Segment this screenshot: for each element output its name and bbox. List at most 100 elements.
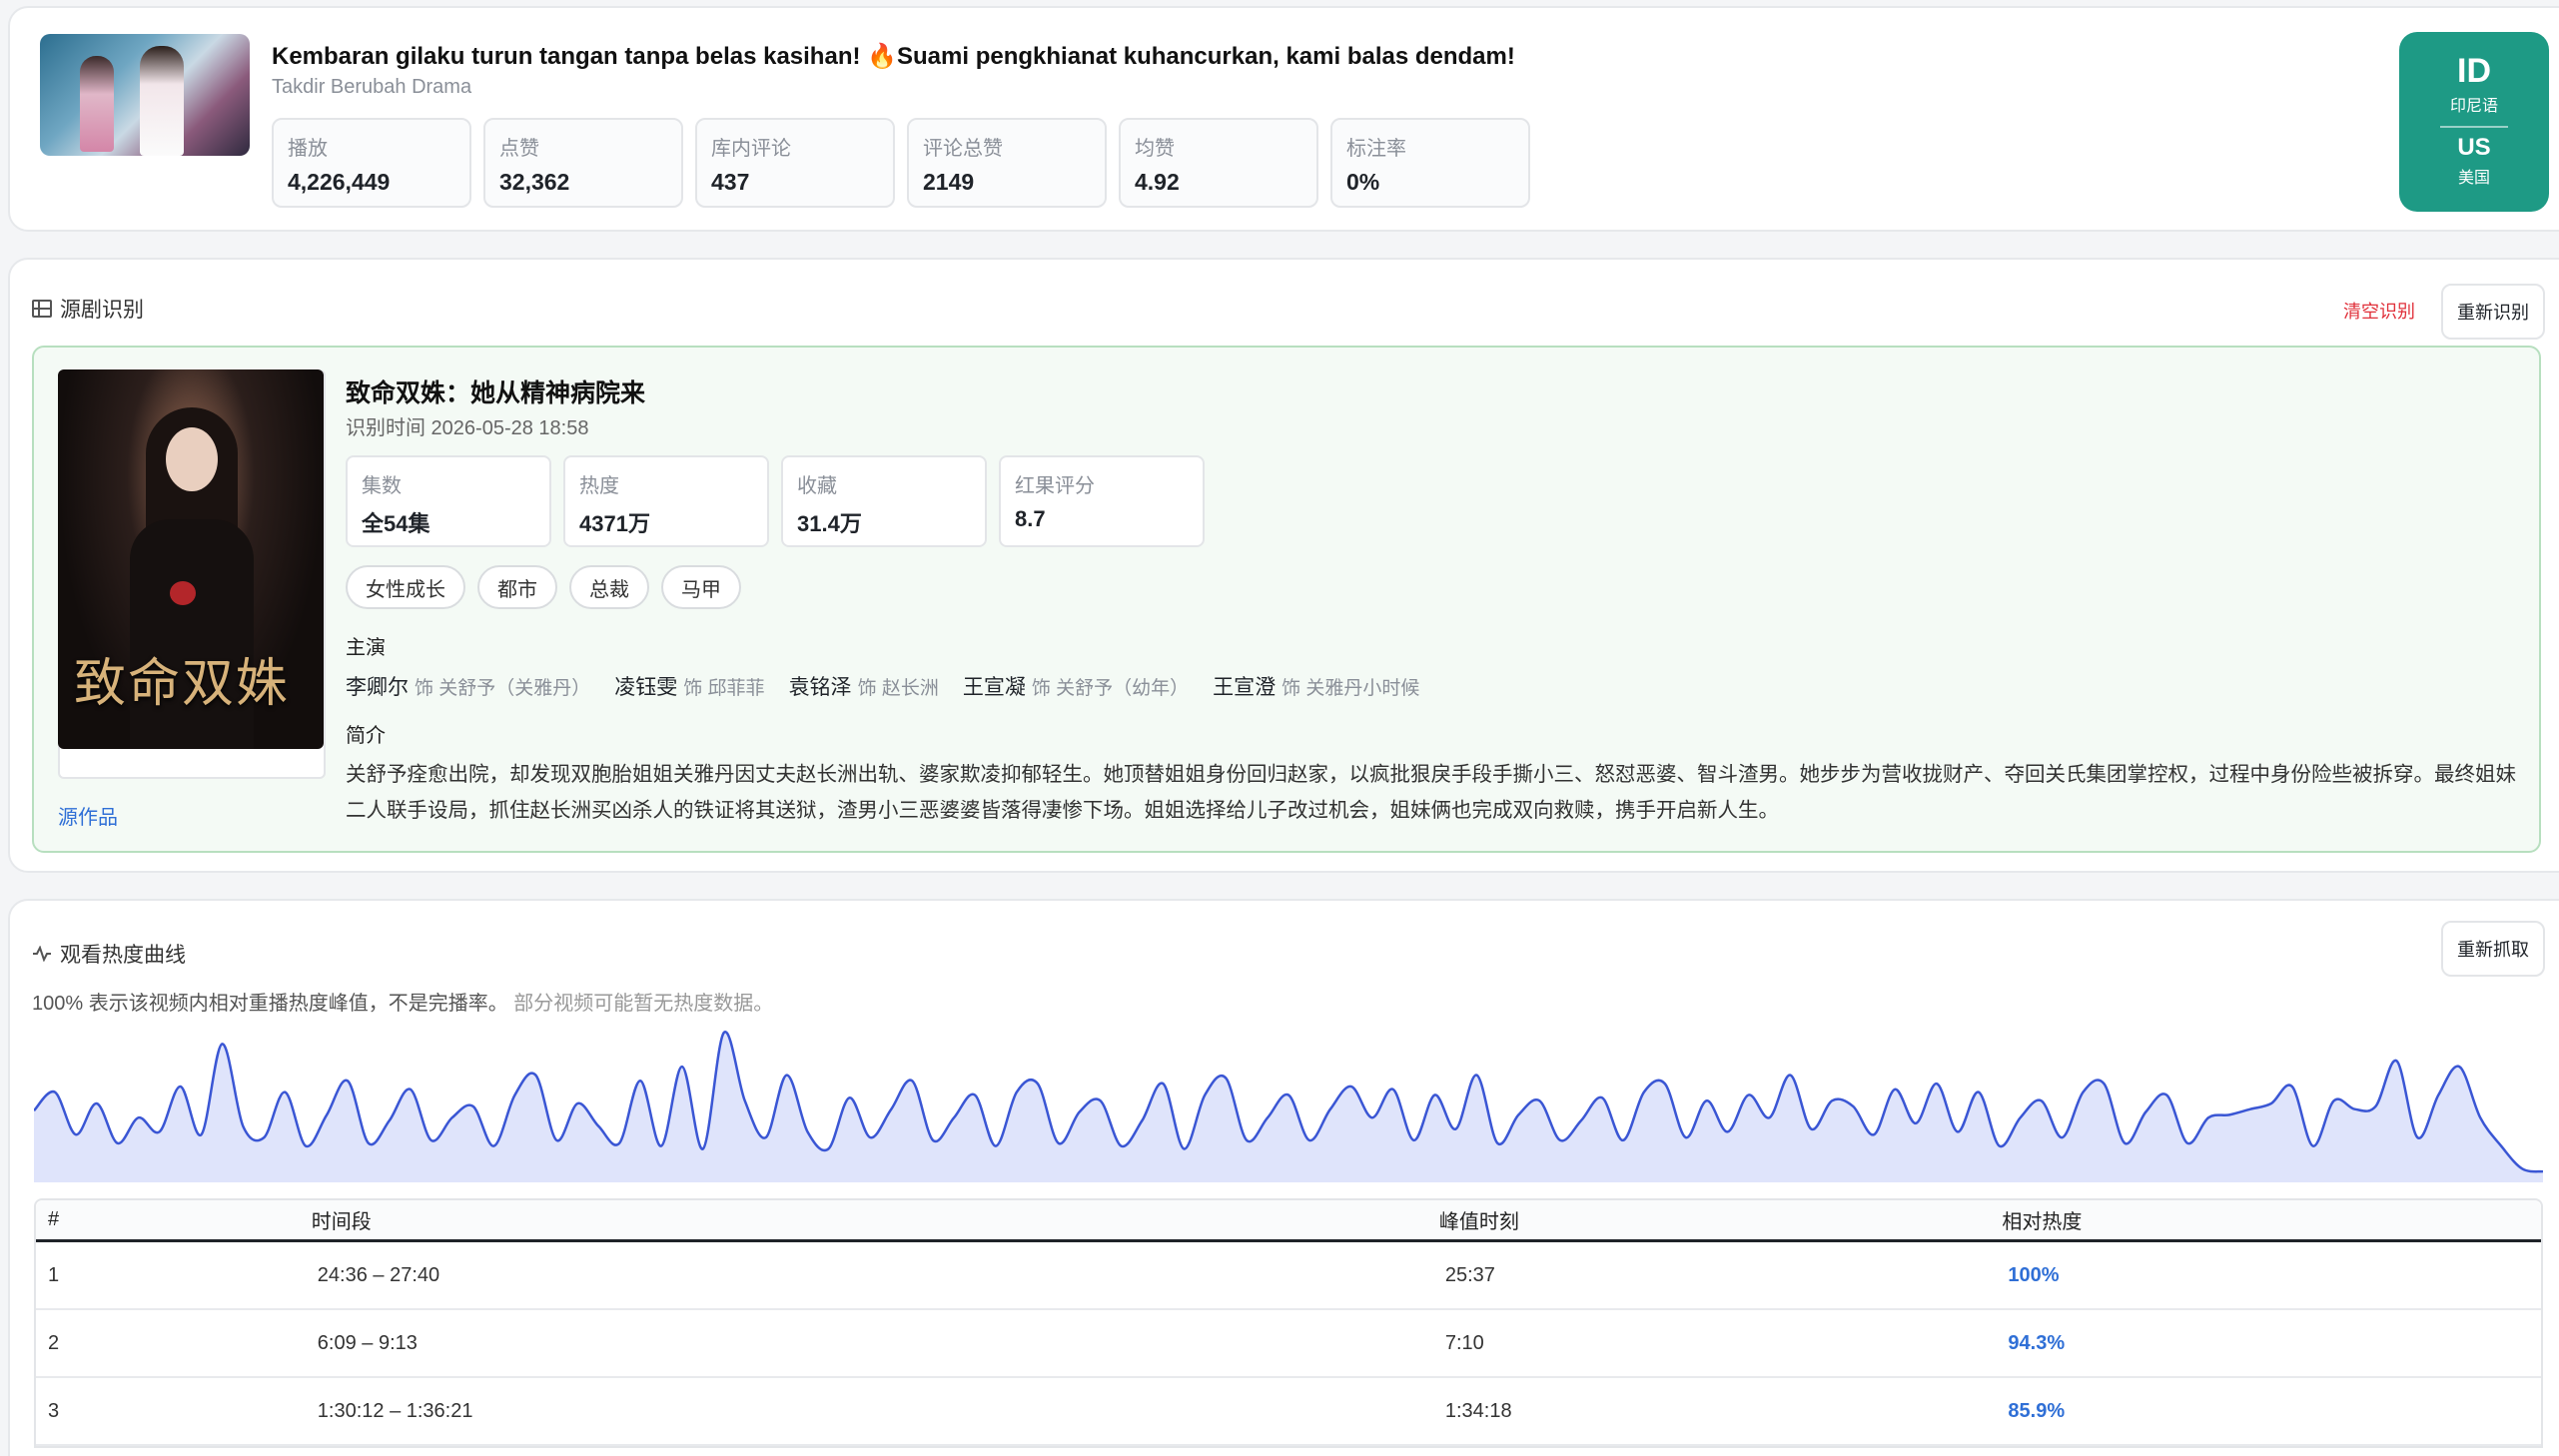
row-relative-heat: 100% bbox=[2008, 1263, 2060, 1286]
cast-member: 王宣凝饰 关舒予（幼年） bbox=[963, 671, 1189, 701]
row-relative-heat: 94.3% bbox=[2008, 1331, 2066, 1354]
header-rank: # bbox=[48, 1208, 60, 1230]
video-info-card: Kembaran gilaku turun tangan tanpa belas… bbox=[8, 6, 2559, 232]
row-relative-heat: 85.9% bbox=[2008, 1399, 2066, 1422]
table-row[interactable]: 3 1:30:12 – 1:36:21 1:34:18 85.9% bbox=[36, 1378, 2541, 1446]
drama-stats: 集数 全54集 热度 4371万 收藏 31.4万 红果评分 8.7 bbox=[346, 455, 1205, 547]
row-peak-time: 1:34:18 bbox=[1444, 1399, 1512, 1422]
source-drama-card: 源剧识别 清空识别 重新识别 致命双姝 源作品 致命双姝：她从精神病院来 识别时… bbox=[8, 258, 2559, 873]
refetch-button[interactable]: 重新抓取 bbox=[2441, 921, 2545, 977]
stat-value: 0% bbox=[1346, 169, 1380, 195]
cast-member: 凌钰雯饰 邱菲菲 bbox=[614, 671, 764, 701]
stat-episodes: 集数 全54集 bbox=[346, 455, 551, 547]
actor-role: 饰 赵长洲 bbox=[857, 678, 939, 699]
row-time-range: 6:09 – 9:13 bbox=[317, 1331, 418, 1354]
drama-poster[interactable]: 致命双姝 bbox=[58, 369, 324, 749]
stat-avg-likes: 均赞 4.92 bbox=[1119, 118, 1318, 208]
source-section-title: 源剧识别 bbox=[60, 299, 144, 322]
stat-comment-likes: 评论总赞 2149 bbox=[907, 118, 1107, 208]
stat-label: 标注率 bbox=[1346, 138, 1406, 160]
heat-note-main: 100% 表示该视频内相对重播热度峰值，不是完播率。 bbox=[32, 993, 508, 1015]
stat-value: 8.7 bbox=[1015, 506, 1046, 531]
actor-role: 饰 关舒予（幼年） bbox=[1031, 678, 1190, 699]
stat-rating: 红果评分 8.7 bbox=[999, 455, 1205, 547]
language-name: 印尼语 bbox=[2449, 98, 2498, 115]
stat-label: 点赞 bbox=[499, 138, 539, 160]
poster-title-text: 致命双姝 bbox=[74, 654, 291, 714]
cast-member: 李卿尔饰 关舒予（关雅丹） bbox=[346, 671, 590, 701]
film-icon bbox=[32, 300, 52, 318]
actor-name: 王宣凝 bbox=[962, 676, 1026, 699]
row-time-range: 1:30:12 – 1:36:21 bbox=[317, 1399, 473, 1422]
stat-value: 31.4万 bbox=[797, 511, 862, 536]
stat-value: 全54集 bbox=[362, 511, 430, 536]
country-code: US bbox=[2457, 134, 2491, 161]
region-divider bbox=[2440, 126, 2508, 128]
heat-section-title: 观看热度曲线 bbox=[60, 944, 186, 967]
cast-label: 主演 bbox=[346, 637, 386, 659]
heat-section-header: 观看热度曲线 bbox=[32, 939, 186, 969]
country-name: 美国 bbox=[2457, 170, 2490, 187]
synopsis-label: 简介 bbox=[346, 725, 386, 747]
clear-identification-button[interactable]: 清空识别 bbox=[2343, 298, 2415, 324]
stat-plays: 播放 4,226,449 bbox=[272, 118, 471, 208]
genre-tags: 女性成长 都市 总裁 马甲 bbox=[346, 565, 741, 609]
video-subtitle: Takdir Berubah Drama bbox=[272, 76, 472, 98]
source-result-panel: 致命双姝 源作品 致命双姝：她从精神病院来 识别时间 2026-05-28 18… bbox=[32, 346, 2541, 853]
identified-time: 识别时间 2026-05-28 18:58 bbox=[346, 417, 589, 439]
synopsis-text: 关舒予痊愈出院，却发现双胞胎姐姐关雅丹因丈夫赵长洲出轨、婆家欺凌抑郁轻生。她顶替… bbox=[346, 763, 2516, 822]
cast-list: 李卿尔饰 关舒予（关雅丹） 凌钰雯饰 邱菲菲 袁铭泽饰 赵长洲 王宣凝饰 关舒予… bbox=[346, 671, 1419, 701]
language-code: ID bbox=[2457, 52, 2491, 90]
actor-name: 袁铭泽 bbox=[788, 676, 852, 699]
row-rank: 2 bbox=[48, 1331, 60, 1354]
header-peak-time: 峰值时刻 bbox=[1438, 1211, 1519, 1233]
row-rank: 3 bbox=[48, 1399, 60, 1422]
heat-table: # 时间段 峰值时刻 相对热度 1 24:36 – 27:40 25:37 10… bbox=[34, 1198, 2543, 1448]
stat-annotation-rate: 标注率 0% bbox=[1330, 118, 1530, 208]
stat-value: 4,226,449 bbox=[288, 169, 391, 195]
heat-area bbox=[34, 1032, 2543, 1182]
stat-value: 437 bbox=[711, 169, 750, 195]
genre-tag[interactable]: 女性成长 bbox=[346, 565, 465, 609]
row-time-range: 24:36 – 27:40 bbox=[317, 1263, 440, 1286]
row-peak-time: 25:37 bbox=[1444, 1263, 1495, 1286]
table-row[interactable]: 1 24:36 – 27:40 25:37 100% bbox=[36, 1242, 2541, 1310]
table-header: # 时间段 峰值时刻 相对热度 bbox=[36, 1200, 2541, 1242]
table-row[interactable]: 2 6:09 – 9:13 7:10 94.3% bbox=[36, 1310, 2541, 1378]
stat-favorites: 收藏 31.4万 bbox=[781, 455, 987, 547]
actor-role: 饰 关舒予（关雅丹） bbox=[415, 678, 591, 699]
stat-value: 32,362 bbox=[499, 169, 570, 195]
row-rank: 1 bbox=[48, 1263, 60, 1286]
video-stats: 播放 4,226,449 点赞 32,362 库内评论 437 评论总赞 214… bbox=[272, 118, 1530, 208]
heat-curve-chart bbox=[34, 1031, 2543, 1182]
header-relative-heat: 相对热度 bbox=[2002, 1211, 2083, 1233]
actor-name: 凌钰雯 bbox=[614, 676, 678, 699]
stat-value: 2149 bbox=[923, 169, 975, 195]
drama-title: 致命双姝：她从精神病院来 bbox=[346, 379, 646, 407]
reidentify-button[interactable]: 重新识别 bbox=[2441, 284, 2545, 340]
stat-label: 库内评论 bbox=[711, 138, 791, 160]
activity-icon bbox=[33, 946, 51, 962]
stat-label: 评论总赞 bbox=[923, 138, 1003, 160]
video-thumbnail[interactable] bbox=[40, 34, 250, 156]
video-title: Kembaran gilaku turun tangan tanpa belas… bbox=[272, 43, 1515, 70]
stat-label: 播放 bbox=[288, 138, 328, 160]
genre-tag[interactable]: 总裁 bbox=[569, 565, 649, 609]
genre-tag[interactable]: 马甲 bbox=[661, 565, 741, 609]
actor-name: 李卿尔 bbox=[346, 676, 409, 699]
cast-member: 王宣澄饰 关雅丹小时候 bbox=[1213, 671, 1419, 701]
stat-likes: 点赞 32,362 bbox=[483, 118, 683, 208]
row-peak-time: 7:10 bbox=[1444, 1331, 1484, 1354]
source-section-header: 源剧识别 bbox=[32, 294, 144, 324]
stat-value: 4371万 bbox=[579, 511, 650, 536]
stat-label: 收藏 bbox=[797, 475, 837, 497]
actor-role: 饰 邱菲菲 bbox=[683, 678, 765, 699]
actor-role: 饰 关雅丹小时候 bbox=[1281, 678, 1420, 699]
stat-label: 均赞 bbox=[1135, 138, 1175, 160]
heat-note: 100% 表示该视频内相对重播热度峰值，不是完播率。 部分视频可能暂无热度数据。 bbox=[32, 987, 773, 1016]
stat-label: 红果评分 bbox=[1015, 475, 1095, 497]
genre-tag[interactable]: 都市 bbox=[477, 565, 557, 609]
stat-label: 集数 bbox=[362, 475, 402, 497]
source-work-link[interactable]: 源作品 bbox=[58, 801, 118, 830]
heat-curve-card: 观看热度曲线 重新抓取 100% 表示该视频内相对重播热度峰值，不是完播率。 部… bbox=[8, 899, 2559, 1456]
